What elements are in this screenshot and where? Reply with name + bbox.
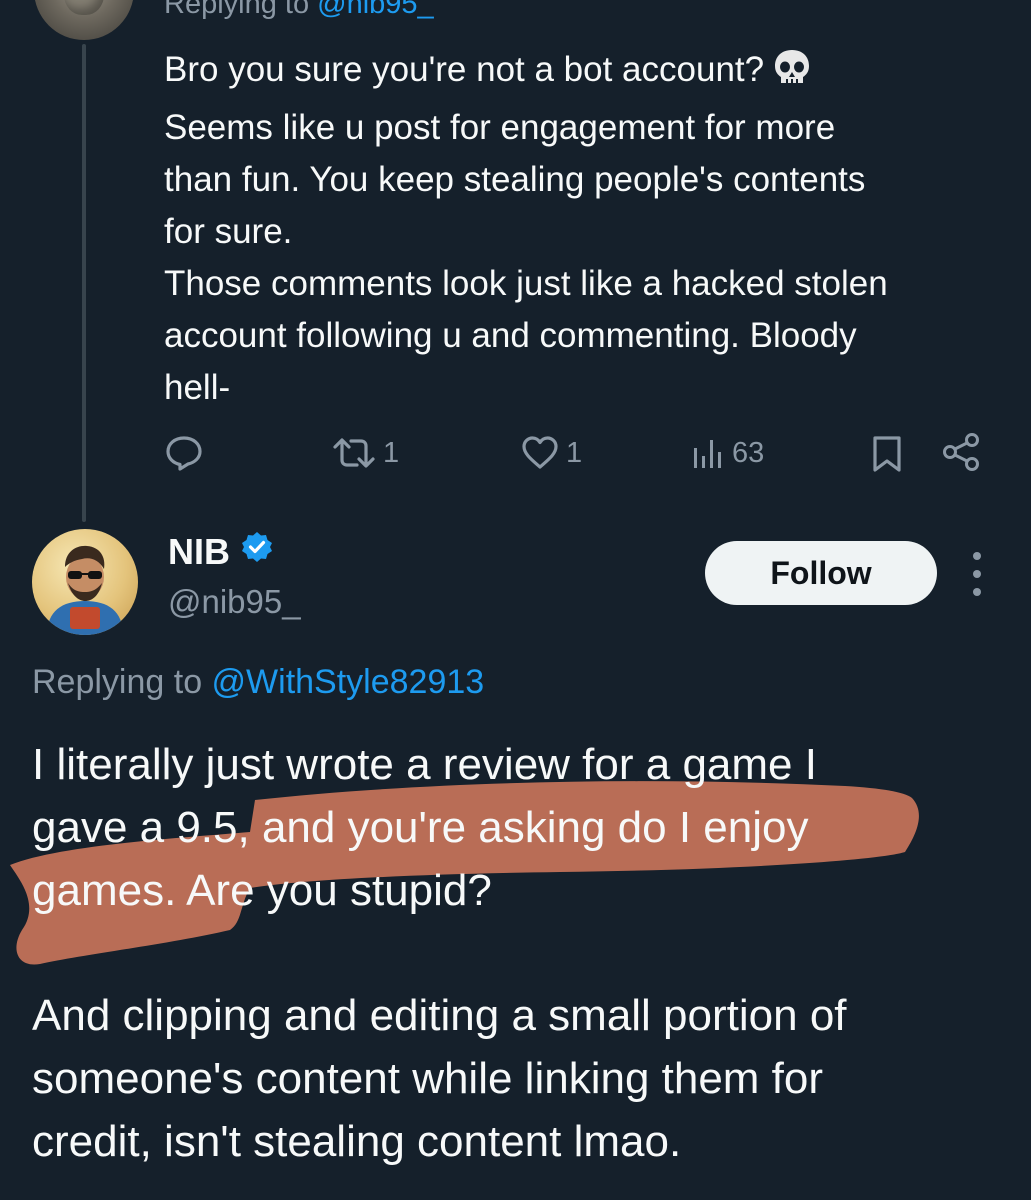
replying-to-label: Replying to — [164, 0, 318, 20]
avatar-statue-face — [64, 0, 104, 15]
replying-to-handle-link[interactable]: @nib95_ — [317, 0, 434, 20]
retweet-icon — [331, 434, 377, 472]
views-count: 63 — [732, 436, 765, 469]
user-handle[interactable]: @nib95_ — [168, 583, 301, 621]
tweet-line: Those comments look just like a hacked s… — [164, 264, 888, 303]
tweet-line: account following u and commenting. Bloo… — [164, 316, 857, 355]
tweet-line: Bro you sure you're not a bot account? — [164, 44, 1004, 102]
bookmark-button[interactable] — [870, 434, 904, 474]
display-name[interactable]: NIB — [168, 530, 274, 573]
bookmark-icon — [870, 434, 904, 474]
views-icon — [690, 434, 726, 472]
retweet-button[interactable]: 1 — [331, 434, 399, 472]
verified-badge-icon — [240, 530, 274, 573]
more-options-icon[interactable] — [962, 552, 992, 596]
skull-icon — [772, 47, 812, 102]
tweet-line: hell- — [164, 368, 231, 407]
tweet-line: for sure. — [164, 212, 293, 251]
tweet-line: than fun. You keep stealing people's con… — [164, 160, 866, 199]
parent-tweet-text: Bro you sure you're not a bot account? S… — [164, 44, 1004, 414]
tweet-line: credit, isn't stealing content lmao. — [32, 1117, 682, 1166]
replying-to-label: Replying to — [32, 663, 212, 701]
share-icon — [940, 432, 982, 472]
display-name-text: NIB — [168, 530, 230, 572]
reply-tweet-text: I literally just wrote a review for a ga… — [32, 733, 1012, 1173]
retweet-count: 1 — [383, 436, 400, 469]
avatar-illustration — [47, 545, 123, 635]
reply-button[interactable] — [164, 434, 210, 472]
views-button[interactable]: 63 — [690, 434, 764, 472]
reply-replying-to: Replying to @WithStyle82913 — [32, 663, 484, 702]
tweet-line: someone's content while linking them for — [32, 1054, 824, 1103]
tweet-line: gave a 9.5, and you're asking do I enjoy — [32, 803, 809, 852]
share-button[interactable] — [940, 432, 982, 472]
follow-button[interactable]: Follow — [705, 541, 937, 605]
like-count: 1 — [566, 436, 583, 469]
parent-replying-to: Replying to @nib95_ — [164, 0, 434, 21]
tweet-line: And clipping and editing a small portion… — [32, 991, 847, 1040]
thread-connector-line — [82, 44, 86, 522]
tweet-line: I literally just wrote a review for a ga… — [32, 740, 817, 789]
tweet-line: Seems like u post for engagement for mor… — [164, 108, 836, 147]
tweet-line: games. Are you stupid? — [32, 866, 492, 915]
like-button[interactable]: 1 — [520, 434, 582, 472]
replying-to-handle-link[interactable]: @WithStyle82913 — [212, 663, 485, 701]
parent-avatar[interactable] — [34, 0, 134, 40]
reply-icon — [164, 434, 204, 472]
heart-icon — [520, 434, 560, 472]
nib-avatar[interactable] — [32, 529, 138, 635]
